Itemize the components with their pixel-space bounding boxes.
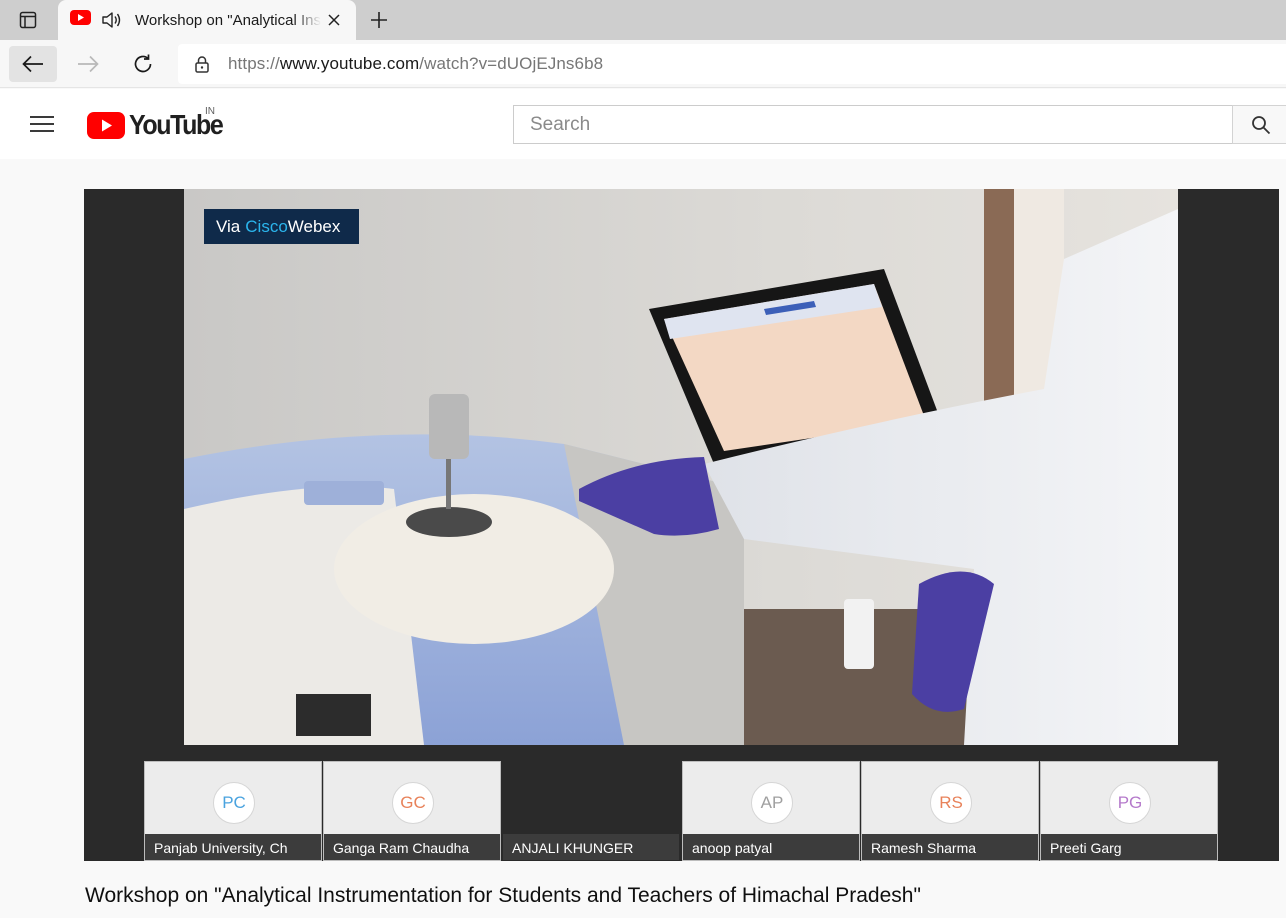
participant-name: Panjab University, Ch bbox=[145, 834, 321, 860]
search-icon bbox=[1252, 115, 1271, 134]
search-input[interactable] bbox=[530, 113, 1232, 136]
badge-via: Via bbox=[216, 216, 241, 236]
participant-tile: GC Ganga Ram Chaudha bbox=[323, 761, 501, 861]
address-bar[interactable]: https://www.youtube.com/watch?v=dUOjEJns… bbox=[178, 44, 1286, 84]
back-button[interactable] bbox=[9, 46, 57, 82]
participant-name: anoop patyal bbox=[683, 834, 859, 860]
new-tab-icon[interactable] bbox=[366, 8, 392, 32]
search-box bbox=[513, 105, 1233, 144]
speaker-icon[interactable] bbox=[101, 10, 123, 30]
close-tab-icon[interactable] bbox=[324, 10, 344, 30]
reload-icon bbox=[134, 54, 152, 73]
participant-avatar: PC bbox=[213, 782, 255, 824]
youtube-favicon-icon bbox=[70, 10, 91, 30]
youtube-play-icon bbox=[87, 111, 125, 139]
youtube-masthead: YouTube IN bbox=[0, 89, 1286, 159]
search-button[interactable] bbox=[1232, 105, 1286, 144]
participant-tile: AP anoop patyal bbox=[682, 761, 860, 861]
url-text: https://www.youtube.com/watch?v=dUOjEJns… bbox=[228, 54, 603, 74]
arrow-left-icon bbox=[22, 55, 43, 73]
participant-avatar: AP bbox=[751, 782, 793, 824]
country-code: IN bbox=[205, 106, 215, 117]
participant-name: Ramesh Sharma bbox=[862, 834, 1038, 860]
participant-tile: RS Ramesh Sharma bbox=[861, 761, 1039, 861]
video-player[interactable]: Via Cisco Webex PC Panjab University, Ch … bbox=[84, 189, 1279, 861]
badge-webex: Webex bbox=[287, 216, 341, 236]
url-scheme: https:// bbox=[228, 54, 280, 73]
participant-tile: PC Panjab University, Ch bbox=[144, 761, 322, 861]
participant-strip: PC Panjab University, Ch GC Ganga Ram Ch… bbox=[144, 761, 1219, 861]
browser-tab-active[interactable]: Workshop on "Analytical Instrumentation … bbox=[58, 0, 356, 40]
menu-icon[interactable] bbox=[30, 114, 54, 134]
participant-name: Ganga Ram Chaudha bbox=[324, 834, 500, 860]
video-title: Workshop on "Analytical Instrumentation … bbox=[85, 884, 921, 907]
participant-avatar: GC bbox=[392, 782, 434, 824]
url-path: /watch?v=dUOjEJns6b8 bbox=[419, 54, 604, 73]
forward-button[interactable] bbox=[64, 46, 112, 82]
browser-tab-strip: Workshop on "Analytical Instrumentation … bbox=[0, 0, 1286, 40]
url-host: www.youtube.com bbox=[279, 54, 420, 73]
youtube-logo[interactable]: YouTube bbox=[87, 109, 224, 140]
participant-name: ANJALI KHUNGER bbox=[503, 834, 679, 860]
badge-cisco: Cisco bbox=[245, 216, 288, 236]
participant-name: Preeti Garg bbox=[1041, 834, 1217, 860]
lock-icon[interactable] bbox=[194, 55, 210, 73]
reload-button[interactable] bbox=[119, 46, 167, 82]
participant-tile: PG Preeti Garg bbox=[1040, 761, 1218, 861]
tab-title: Workshop on "Analytical Instrumentation … bbox=[135, 11, 321, 29]
tab-actions-icon[interactable] bbox=[8, 6, 48, 34]
arrow-right-icon bbox=[78, 55, 99, 73]
participant-avatar: RS bbox=[930, 782, 972, 824]
lab-instrument-scene bbox=[184, 189, 1178, 745]
participant-avatar: PG bbox=[1109, 782, 1151, 824]
video-frame[interactable]: Via Cisco Webex bbox=[184, 189, 1178, 745]
webex-badge: Via Cisco Webex bbox=[204, 209, 359, 244]
participant-tile: ANJALI KHUNGER bbox=[502, 761, 680, 861]
browser-toolbar: https://www.youtube.com/watch?v=dUOjEJns… bbox=[0, 40, 1286, 88]
